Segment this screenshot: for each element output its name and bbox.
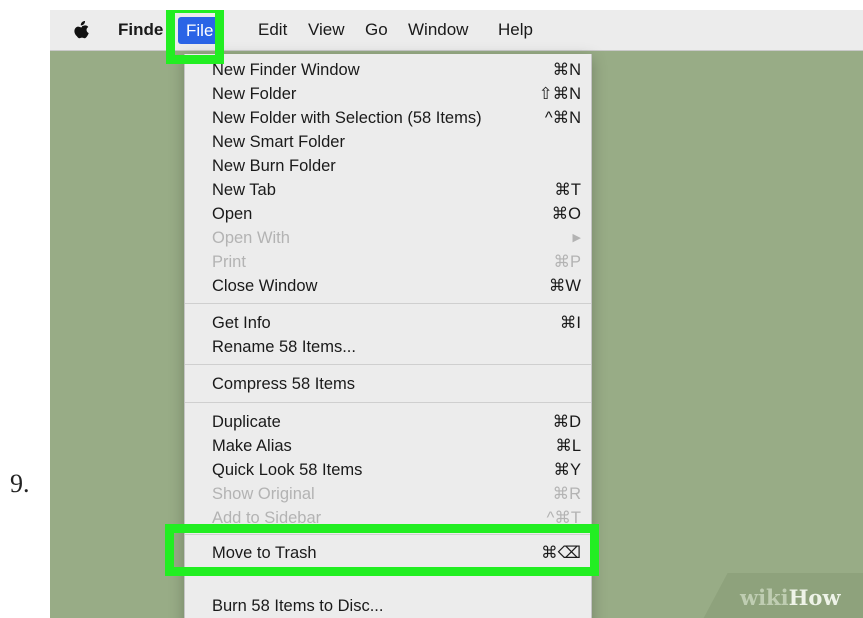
menu-item-label: Print <box>212 253 246 271</box>
menu-item-shortcut: ⇧⌘N <box>538 85 581 103</box>
menu-item-shortcut: ⌘L <box>555 437 581 455</box>
menu-item-label: New Tab <box>212 181 276 199</box>
menu-separator <box>185 402 591 403</box>
menu-item-duplicate[interactable]: Duplicate ⌘D <box>185 410 591 434</box>
menubar-go[interactable]: Go <box>365 10 388 50</box>
watermark-how: How <box>788 585 841 610</box>
menu-item-show-original: Show Original ⌘R <box>185 482 591 506</box>
menu-item-shortcut: ⌘P <box>553 253 581 271</box>
menubar-help[interactable]: Help <box>498 10 533 50</box>
menu-item-label: Duplicate <box>212 413 281 431</box>
menubar-edit[interactable]: Edit <box>258 10 287 50</box>
menu-item-shortcut: ⌘O <box>551 205 581 223</box>
menu-item-label: Open With <box>212 229 290 247</box>
menu-item-shortcut: ⌘R <box>552 485 581 503</box>
wikihow-watermark: wikiHow <box>740 585 841 610</box>
menu-separator <box>185 303 591 304</box>
menu-item-open-with: Open With ▶ <box>185 226 591 250</box>
menu-item-shortcut: ⌘D <box>552 413 581 431</box>
menu-item-label: New Folder with Selection (58 Items) <box>212 109 482 127</box>
menu-item-shortcut: ⌘T <box>554 181 581 199</box>
watermark-wiki: wiki <box>740 585 789 610</box>
menu-item-label: Quick Look 58 Items <box>212 461 363 479</box>
menu-item-label: Close Window <box>212 277 318 295</box>
menu-separator <box>185 534 591 535</box>
menu-item-label: Open <box>212 205 253 223</box>
step-number: 9. <box>10 469 30 498</box>
menu-item-label: Add to Sidebar <box>212 509 322 527</box>
menu-item-open[interactable]: Open ⌘O <box>185 202 591 226</box>
menu-item-rename[interactable]: Rename 58 Items... <box>185 335 591 359</box>
apple-logo-icon[interactable] <box>74 21 90 39</box>
menu-item-label: New Folder <box>212 85 297 103</box>
menu-item-new-folder-with-selection[interactable]: New Folder with Selection (58 Items) ^⌘N <box>185 106 591 130</box>
menu-bar: Finde File Edit View Go Window Help <box>50 10 863 51</box>
menu-item-shortcut: ⌘N <box>552 61 581 79</box>
menu-item-shortcut: ⌘I <box>559 314 581 332</box>
menu-item-move-to-trash[interactable]: Move to Trash ⌘⌫ <box>185 541 591 565</box>
menu-item-label: New Smart Folder <box>212 133 345 151</box>
menu-item-quick-look[interactable]: Quick Look 58 Items ⌘Y <box>185 458 591 482</box>
file-menu: New Finder Window ⌘N New Folder ⇧⌘N New … <box>184 54 592 618</box>
menu-item-shortcut: ⌘⌫ <box>541 544 581 562</box>
menu-item-new-folder[interactable]: New Folder ⇧⌘N <box>185 82 591 106</box>
menu-item-label: Make Alias <box>212 437 292 455</box>
menu-item-label: Compress 58 Items <box>212 375 356 393</box>
menu-item-print: Print ⌘P <box>185 250 591 274</box>
menu-item-new-burn-folder[interactable]: New Burn Folder <box>185 154 591 178</box>
menu-item-add-to-sidebar: Add to Sidebar ^⌘T <box>185 506 591 530</box>
menu-item-label: New Burn Folder <box>212 157 336 175</box>
menu-item-burn-to-disc[interactable]: Burn 58 Items to Disc... <box>185 594 591 618</box>
menu-item-shortcut: ^⌘N <box>544 109 581 127</box>
menu-item-label: Move to Trash <box>212 544 317 562</box>
menu-item-new-smart-folder[interactable]: New Smart Folder <box>185 130 591 154</box>
menu-item-get-info[interactable]: Get Info ⌘I <box>185 311 591 335</box>
menu-item-close-window[interactable]: Close Window ⌘W <box>185 274 591 298</box>
menubar-window[interactable]: Window <box>408 10 468 50</box>
menu-item-shortcut: ⌘W <box>548 277 581 295</box>
menu-item-shortcut: ^⌘T <box>546 509 581 527</box>
menu-item-label: Rename 58 Items... <box>212 338 356 356</box>
menu-item-compress[interactable]: Compress 58 Items <box>185 372 591 396</box>
menu-item-label: New Finder Window <box>212 61 360 79</box>
menu-item-new-tab[interactable]: New Tab ⌘T <box>185 178 591 202</box>
menu-item-label: Show Original <box>212 485 315 503</box>
menu-item-label: Get Info <box>212 314 271 332</box>
menubar-view[interactable]: View <box>308 10 345 50</box>
menu-item-make-alias[interactable]: Make Alias ⌘L <box>185 434 591 458</box>
submenu-arrow-icon: ▶ <box>572 232 581 244</box>
menu-separator <box>185 364 591 365</box>
menu-item-shortcut: ⌘Y <box>553 461 581 479</box>
mac-screen: Finde File Edit View Go Window Help New … <box>50 10 863 618</box>
menu-item-label: Burn 58 Items to Disc... <box>212 597 384 615</box>
menubar-finder[interactable]: Finde <box>118 10 163 50</box>
menu-item-new-finder-window[interactable]: New Finder Window ⌘N <box>185 58 591 82</box>
menubar-file[interactable]: File <box>178 17 222 44</box>
